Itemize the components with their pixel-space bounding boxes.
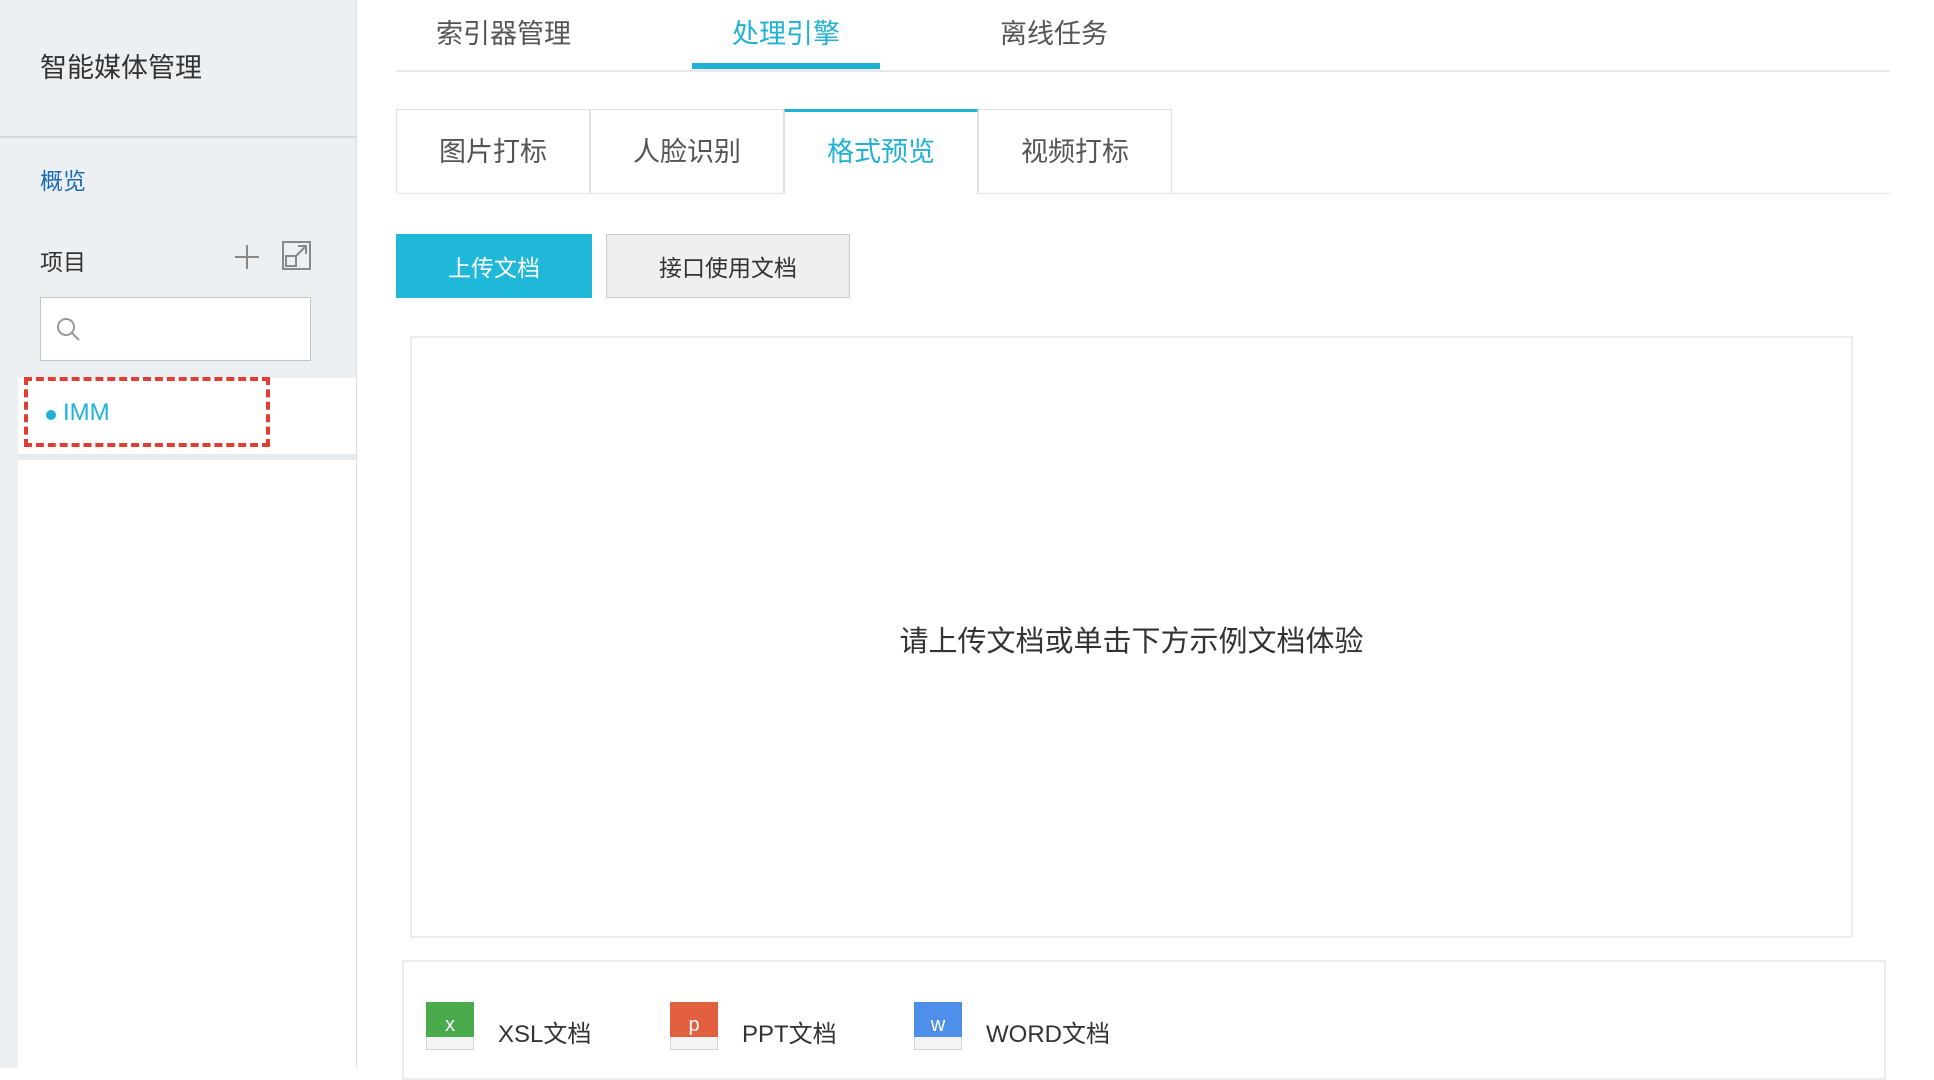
search-icon xyxy=(57,318,80,341)
sample-label: XSL文档 xyxy=(498,1021,592,1048)
ppt-file-icon: p xyxy=(670,1002,718,1050)
project-name: IMM xyxy=(63,399,110,426)
tab-image-tagging[interactable]: 图片打标 xyxy=(396,109,590,193)
sidebar-item-overview[interactable]: 概览 xyxy=(40,162,86,196)
search-input[interactable] xyxy=(89,308,303,352)
project-list: IMM xyxy=(18,377,356,1068)
main-tabs: 索引器管理 处理引擎 离线任务 xyxy=(396,0,1890,72)
xsl-file-icon: x xyxy=(426,1002,474,1050)
projects-label: 项目 xyxy=(40,249,86,275)
tab-processing-engine[interactable]: 处理引擎 xyxy=(732,12,840,51)
api-docs-button[interactable]: 接口使用文档 xyxy=(606,234,850,298)
sample-label: WORD文档 xyxy=(986,1021,1110,1048)
project-dot-icon xyxy=(46,410,56,420)
sub-tabs: 图片打标 人脸识别 格式预览 视频打标 xyxy=(396,109,1890,194)
word-file-icon: w xyxy=(914,1002,962,1050)
tab-face-recognition[interactable]: 人脸识别 xyxy=(590,109,784,193)
sample-documents: x XSL文档 p PPT文档 w WORD文档 xyxy=(402,960,1886,1080)
plus-icon[interactable] xyxy=(233,243,261,271)
tab-format-preview[interactable]: 格式预览 xyxy=(784,109,978,194)
tab-indexer-management[interactable]: 索引器管理 xyxy=(436,12,571,51)
project-item-imm[interactable]: IMM xyxy=(18,377,356,460)
sidebar-divider xyxy=(0,136,356,138)
project-search[interactable] xyxy=(40,297,311,361)
highlight-box xyxy=(24,377,270,447)
sidebar-title: 智能媒体管理 xyxy=(40,53,202,83)
tab-video-tagging[interactable]: 视频打标 xyxy=(978,109,1172,193)
sidebar: 智能媒体管理 概览 项目 IMM xyxy=(0,0,357,1068)
external-link-icon[interactable] xyxy=(281,240,312,271)
sample-label: PPT文档 xyxy=(742,1021,837,1048)
active-tab-indicator xyxy=(692,63,880,69)
preview-hint: 请上传文档或单击下方示例文档体验 xyxy=(899,626,1364,658)
tab-offline-tasks[interactable]: 离线任务 xyxy=(1000,12,1108,51)
preview-panel: 请上传文档或单击下方示例文档体验 xyxy=(410,336,1853,938)
upload-document-button[interactable]: 上传文档 xyxy=(396,234,592,298)
